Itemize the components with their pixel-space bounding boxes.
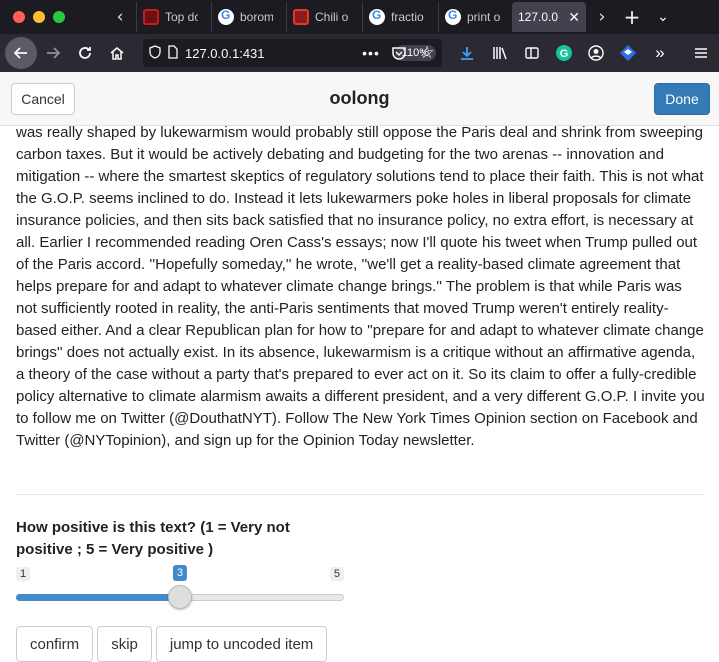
page-icon[interactable]: [167, 44, 179, 62]
article-text: was really shaped by lukewarmism would p…: [16, 124, 705, 449]
page-title: oolong: [329, 88, 390, 108]
tab-label: Top do: [165, 10, 198, 24]
close-window-button[interactable]: [13, 11, 25, 23]
tab-label: 127.0.0: [518, 10, 559, 24]
skip-button[interactable]: skip: [97, 626, 152, 662]
svg-text:G: G: [560, 48, 569, 60]
done-button[interactable]: Done: [654, 83, 710, 115]
tab-label: fractio: [391, 10, 424, 24]
downloads-icon[interactable]: [457, 43, 477, 63]
rating-slider[interactable]: 1 3 5: [16, 565, 344, 610]
pocket-icon[interactable]: [389, 43, 409, 63]
slider-fill: [16, 594, 180, 601]
browser-toolbar: 127.0.0.1:431 110% ••• ☆ G »: [0, 34, 719, 72]
tab-label: Chili o: [315, 10, 348, 24]
close-tab-icon[interactable]: ✕: [568, 9, 580, 26]
coding-header: Cancel oolong Done: [0, 72, 719, 126]
tab-label: borom: [240, 10, 273, 24]
slider-min-label: 1: [16, 567, 31, 581]
chili-icon: [293, 9, 309, 25]
tab-0[interactable]: Top do: [136, 2, 204, 32]
google-icon: [445, 8, 461, 25]
url-text[interactable]: 127.0.0.1:431: [185, 46, 389, 61]
google-icon: [218, 8, 234, 25]
hamburger-menu-icon[interactable]: [691, 43, 711, 63]
tabs-scroll-right-icon[interactable]: ›: [588, 2, 616, 32]
sidebar-icon[interactable]: [522, 43, 542, 63]
library-icon[interactable]: [490, 43, 510, 63]
reload-icon[interactable]: [70, 38, 100, 68]
tab-4[interactable]: print o: [438, 2, 508, 32]
minimize-window-button[interactable]: [33, 11, 45, 23]
maximize-window-button[interactable]: [53, 11, 65, 23]
question-label: How positive is this text? (1 = Very not…: [16, 519, 290, 558]
divider: [16, 494, 704, 495]
tab-1[interactable]: borom: [211, 2, 279, 32]
tab-2[interactable]: Chili o: [286, 2, 354, 32]
action-buttons: confirm skip jump to uncoded item: [16, 626, 328, 662]
overflow-chevrons-icon[interactable]: »: [650, 43, 670, 63]
account-icon[interactable]: [586, 43, 606, 63]
forward-icon[interactable]: [38, 38, 68, 68]
extension-icon[interactable]: [618, 43, 638, 63]
tabs-scroll-left-icon[interactable]: ‹: [106, 2, 134, 32]
confirm-button[interactable]: confirm: [16, 626, 94, 662]
slider-max-label: 5: [329, 567, 344, 581]
shield-icon[interactable]: [149, 44, 161, 62]
back-icon[interactable]: [5, 37, 37, 69]
jump-to-uncoded-button[interactable]: jump to uncoded item: [155, 626, 328, 662]
red-square-icon: [143, 9, 159, 25]
tab-active[interactable]: 127.0.0 ✕: [512, 2, 586, 32]
new-tab-icon[interactable]: +: [617, 2, 647, 32]
page-actions-icon[interactable]: •••: [361, 43, 381, 63]
browser-tab-strip: ‹ Top do borom Chili o fractio print o 1…: [0, 0, 719, 34]
home-icon[interactable]: [102, 38, 132, 68]
tab-3[interactable]: fractio: [362, 2, 430, 32]
tab-list-chevron-icon[interactable]: ⌄: [648, 2, 678, 32]
grammarly-icon[interactable]: G: [554, 43, 574, 63]
slider-handle[interactable]: [168, 585, 192, 609]
bookmark-star-icon[interactable]: ☆: [417, 43, 437, 63]
slider-value-label: 3: [172, 565, 188, 581]
tab-label: print o: [467, 10, 501, 24]
google-icon: [369, 8, 385, 25]
